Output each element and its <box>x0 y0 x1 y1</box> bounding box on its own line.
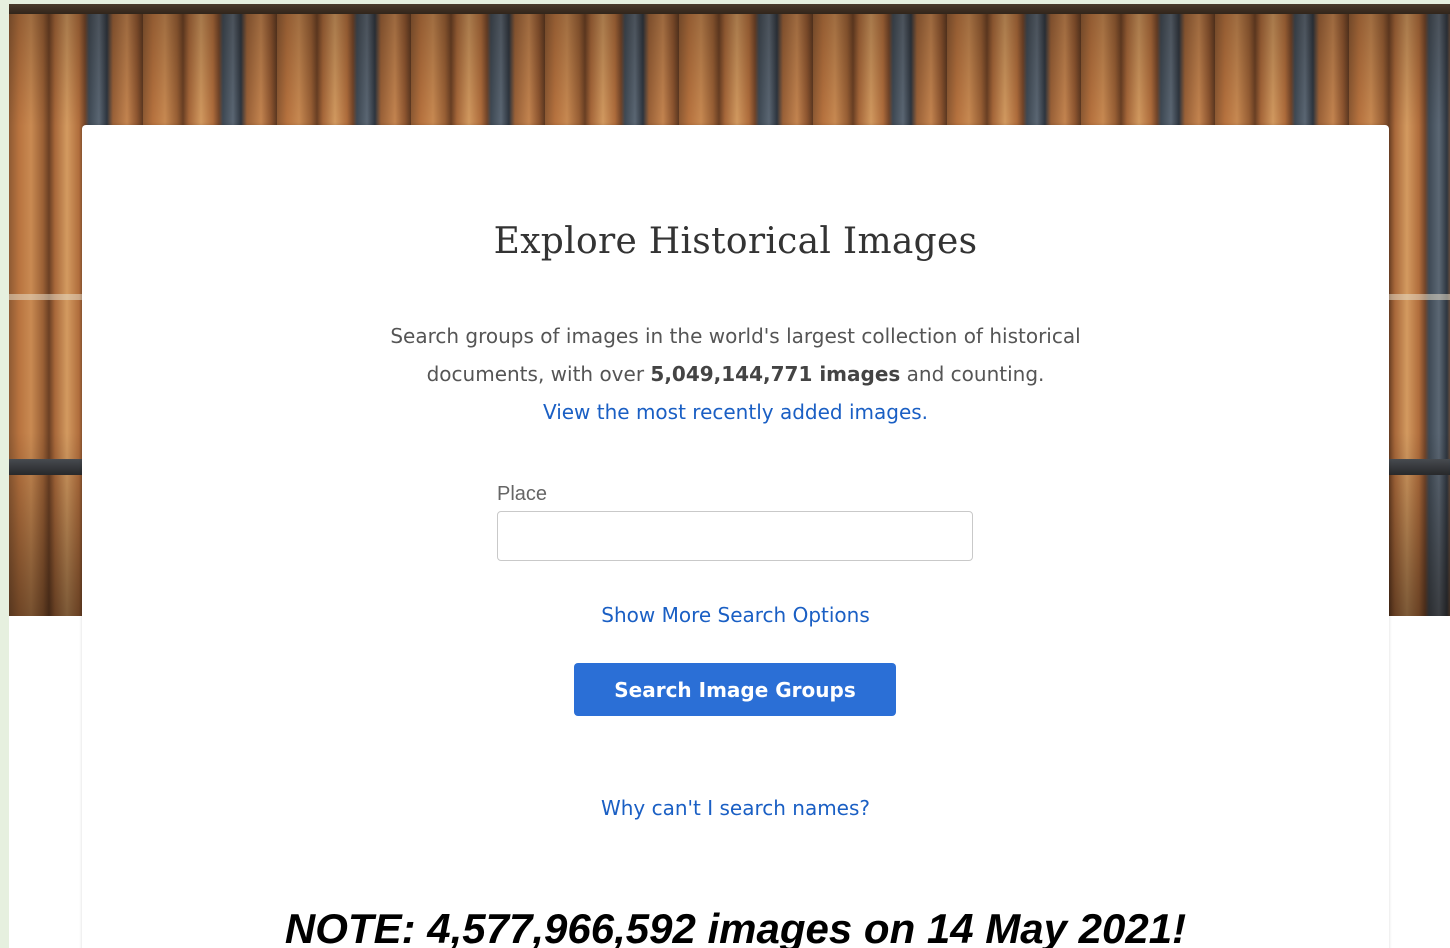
search-description: Search groups of images in the world's l… <box>82 317 1389 431</box>
note-annotation: NOTE: 4,577,966,592 images on 14 May 202… <box>284 905 1187 948</box>
search-card: Explore Historical Images Search groups … <box>82 125 1389 948</box>
page-frame: Explore Historical Images Search groups … <box>9 4 1450 948</box>
description-line-2: documents, with over 5,049,144,771 image… <box>82 355 1389 393</box>
description-line-1: Search groups of images in the world's l… <box>390 324 1081 348</box>
place-input[interactable] <box>497 511 973 561</box>
description-suffix: and counting. <box>900 362 1045 386</box>
more-options-container: Show More Search Options <box>82 603 1389 627</box>
description-prefix: documents, with over <box>426 362 651 386</box>
why-names-container: Why can't I search names? <box>82 796 1389 820</box>
recent-images-link[interactable]: View the most recently added images. <box>543 400 928 424</box>
why-cant-search-names-link[interactable]: Why can't I search names? <box>601 796 870 820</box>
page-title: Explore Historical Images <box>493 221 978 262</box>
image-count: 5,049,144,771 images <box>650 362 901 386</box>
search-image-groups-button[interactable]: Search Image Groups <box>574 663 896 716</box>
show-more-options-link[interactable]: Show More Search Options <box>601 603 870 627</box>
place-label: Place <box>497 483 548 505</box>
